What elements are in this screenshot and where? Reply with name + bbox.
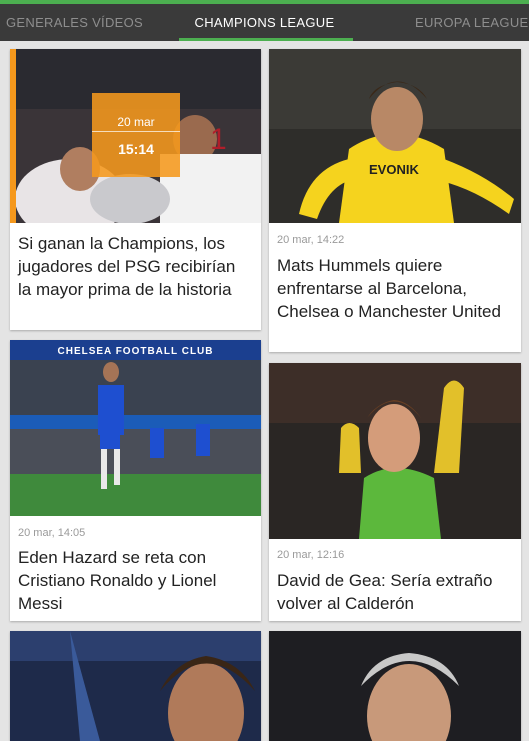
badge-date: 20 mar: [117, 115, 155, 129]
hummels-photo: EVONIK: [269, 49, 521, 223]
card-title: David de Gea: Sería extraño volver al Ca…: [277, 571, 493, 613]
news-card-hummels[interactable]: EVONIK 20 mar, 14:22 Mats Hummels quiere…: [269, 49, 521, 352]
date-badge: 20 mar 15:14: [92, 93, 180, 177]
card-title: Eden Hazard se reta con Cristiano Ronald…: [18, 548, 217, 613]
news-card-hazard[interactable]: CHELSEA FOOTBALL CLUB 20 mar, 14:05 Eden…: [10, 340, 261, 621]
degea-photo: [269, 363, 521, 539]
featured-accent-bar: [10, 49, 16, 223]
card-timestamp: 20 mar, 12:16: [277, 549, 345, 561]
psg-players-photo: 1 20 mar 15:14: [10, 49, 261, 223]
badge-time: 15:14: [118, 141, 154, 157]
player-photo: [10, 631, 261, 741]
coach-photo: [269, 631, 521, 741]
card-timestamp: 20 mar, 14:05: [18, 527, 86, 539]
tab-bar: GENERALES VÍDEOS CHAMPIONS LEAGUE EUROPA…: [0, 4, 529, 41]
active-tab-indicator: [179, 38, 353, 41]
card-title: Si ganan la Champions, los jugadores del…: [18, 234, 236, 299]
card-title: Mats Hummels quiere enfrentarse al Barce…: [277, 256, 501, 321]
card-timestamp: 20 mar, 14:22: [277, 234, 345, 246]
hazard-photo: CHELSEA FOOTBALL CLUB: [10, 340, 261, 516]
svg-text:EVONIK: EVONIK: [369, 162, 419, 177]
svg-text:1: 1: [210, 123, 227, 156]
tab-europa-league[interactable]: EUROPA LEAGUE: [415, 15, 528, 30]
news-card-degea[interactable]: 20 mar, 12:16 David de Gea: Sería extrañ…: [269, 363, 521, 621]
news-card-psg[interactable]: 1 20 mar 15:14 Si ganan la Champions, lo…: [10, 49, 261, 330]
news-card-partial-right[interactable]: [269, 631, 521, 741]
stadium-banner-text: CHELSEA FOOTBALL CLUB: [57, 346, 214, 357]
badge-divider: [92, 131, 180, 132]
news-card-partial-left[interactable]: [10, 631, 261, 741]
